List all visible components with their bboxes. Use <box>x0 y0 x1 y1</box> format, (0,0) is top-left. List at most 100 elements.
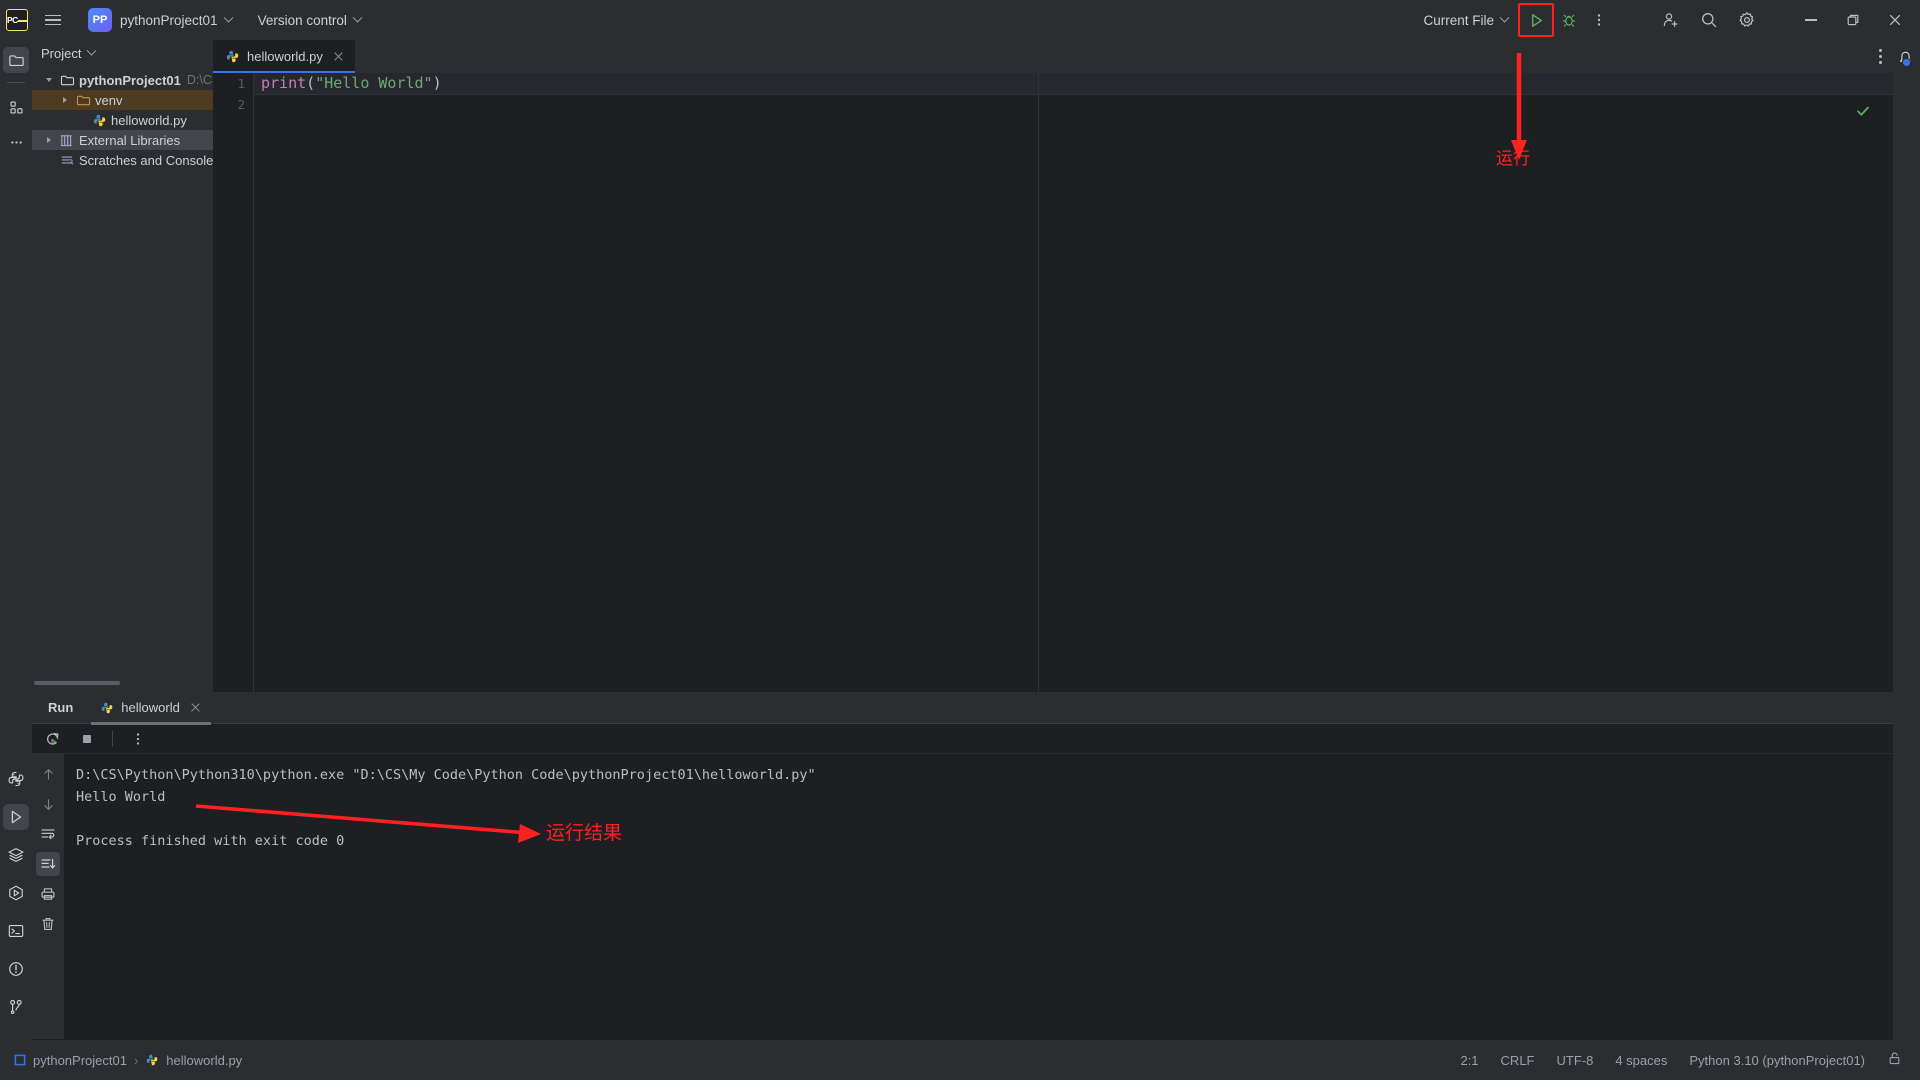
toolbar-separator <box>112 730 113 747</box>
project-selector[interactable]: PP pythonProject01 <box>70 6 236 34</box>
tree-item-venv[interactable]: venv <box>32 90 213 110</box>
version-control-menu[interactable]: Version control <box>254 6 365 34</box>
minimize-button[interactable] <box>1790 0 1832 40</box>
stop-button[interactable] <box>72 725 102 753</box>
python-interpreter[interactable]: Python 3.10 (pythonProject01) <box>1689 1053 1865 1068</box>
project-panel-title: Project <box>41 45 82 61</box>
tool-window-more[interactable] <box>3 129 29 155</box>
editor-area: helloworld.py 12 print("Hello World") <box>213 40 1893 692</box>
breadcrumb-file-label[interactable]: helloworld.py <box>166 1053 242 1068</box>
python-file-icon <box>93 114 105 126</box>
code-token: print <box>261 74 307 92</box>
editor-tab-label: helloworld.py <box>247 49 323 64</box>
close-icon[interactable] <box>332 50 345 63</box>
more-actions-button[interactable] <box>1584 6 1614 34</box>
caret-position[interactable]: 2:1 <box>1460 1053 1478 1068</box>
chevron-collapsed-icon[interactable] <box>40 137 58 143</box>
chevron-collapsed-icon[interactable] <box>56 97 74 103</box>
breadcrumb: pythonProject01 › helloworld.py <box>0 1053 242 1068</box>
chevron-expanded-icon[interactable] <box>40 77 58 83</box>
project-panel-horizontal-scrollbar[interactable] <box>34 681 120 685</box>
editor-tab-bar-actions <box>1867 40 1893 73</box>
tool-window-services[interactable] <box>3 842 29 868</box>
logo-text: PC <box>7 14 18 25</box>
code-editor[interactable]: 12 print("Hello World") <box>213 73 1893 692</box>
editor-tab-helloworld[interactable]: helloworld.py <box>213 40 355 73</box>
tool-window-structure[interactable] <box>3 94 29 120</box>
project-badge-icon: PP <box>88 8 112 32</box>
debug-button[interactable] <box>1554 6 1584 34</box>
close-icon[interactable] <box>189 701 202 714</box>
add-user-icon <box>1663 13 1678 27</box>
problems-icon <box>9 962 23 976</box>
run-panel-side-toolbar <box>32 754 64 1039</box>
soft-wrap-button[interactable] <box>36 822 60 846</box>
clear-all-button[interactable] <box>36 912 60 936</box>
ellipsis-icon <box>10 140 22 144</box>
line-separator[interactable]: CRLF <box>1501 1053 1535 1068</box>
logo-underline <box>17 19 27 22</box>
close-button[interactable] <box>1874 0 1916 40</box>
file-encoding[interactable]: UTF-8 <box>1557 1053 1594 1068</box>
stop-icon <box>83 734 91 743</box>
run-tab-label: helloworld <box>121 700 180 715</box>
code-token: ) <box>432 74 442 92</box>
run-configuration-selector[interactable]: Current File <box>1419 6 1512 34</box>
breadcrumb-project-label[interactable]: pythonProject01 <box>33 1053 127 1068</box>
library-icon <box>60 134 72 146</box>
tree-item-label: venv <box>95 92 123 108</box>
tool-window-problems[interactable] <box>3 956 29 982</box>
run-button-highlight-box <box>1518 3 1554 37</box>
rerun-icon <box>47 732 59 745</box>
run-result-annotation-label: 运行结果 <box>546 822 623 844</box>
tree-item-helloworld-py[interactable]: helloworld.py <box>32 110 213 130</box>
console-line: D:\CS\Python\Python310\python.exe "D:\CS… <box>76 767 816 783</box>
maximize-icon <box>1847 14 1859 26</box>
run-panel-more-button[interactable] <box>123 725 153 753</box>
kebab-icon <box>136 732 140 745</box>
lock-button[interactable] <box>1887 1051 1902 1069</box>
main-menu-icon[interactable] <box>36 0 70 40</box>
tool-window-python-console[interactable] <box>3 766 29 792</box>
editor-gutter[interactable]: 12 <box>213 73 253 692</box>
more-options-icon <box>1597 14 1601 26</box>
structure-icon <box>9 100 23 114</box>
print-button[interactable] <box>36 882 60 906</box>
inspection-status-ok[interactable] <box>1855 103 1871 124</box>
add-user-button[interactable] <box>1656 6 1686 34</box>
run-console-output[interactable]: D:\CS\Python\Python310\python.exe "D:\CS… <box>64 754 1879 1039</box>
project-panel-header[interactable]: Project <box>32 40 213 66</box>
maximize-button[interactable] <box>1832 0 1874 40</box>
tree-item-pythonproject01[interactable]: pythonProject01D:\CS\My <box>32 70 240 90</box>
project-tree: pythonProject01D:\CS\My venv helloworld.py… <box>32 70 240 170</box>
run-config-label: Current File <box>1423 12 1494 28</box>
tool-window-run[interactable] <box>3 804 29 830</box>
arrow-down-icon <box>43 798 53 810</box>
run-tab-helloworld[interactable]: helloworld <box>91 692 211 725</box>
triangle-icon <box>47 137 51 143</box>
title-bar: PC PP pythonProject01 Version control Cu… <box>0 0 1920 40</box>
scroll-down-button[interactable] <box>36 792 60 816</box>
editor-options-button[interactable] <box>1867 40 1893 73</box>
notifications-button[interactable] <box>1897 50 1914 72</box>
project-tool-window: Project pythonProject01D:\CS\My venv hello… <box>32 40 240 692</box>
scroll-to-end-button[interactable] <box>36 852 60 876</box>
run-button[interactable] <box>1518 3 1554 37</box>
python-file-icon-wrap <box>90 113 108 128</box>
tool-window-version-control[interactable] <box>3 994 29 1020</box>
indent-setting[interactable]: 4 spaces <box>1615 1053 1667 1068</box>
tree-item-scratches-and-consoles[interactable]: Scratches and Consoles <box>32 150 220 170</box>
scroll-up-button[interactable] <box>36 762 60 786</box>
tool-window-terminal[interactable] <box>3 918 29 944</box>
lock-icon <box>1889 1052 1900 1065</box>
settings-gear-icon <box>1739 12 1754 27</box>
search-button[interactable] <box>1694 6 1724 34</box>
chevron-down-icon <box>1499 12 1510 23</box>
tree-item-external-libraries[interactable]: External Libraries <box>32 130 213 150</box>
tool-window-debug[interactable] <box>3 880 29 906</box>
rerun-button[interactable] <box>38 725 68 753</box>
debug-hex-icon <box>9 885 23 901</box>
settings-button[interactable] <box>1732 6 1762 34</box>
tool-window-project[interactable] <box>3 47 29 73</box>
